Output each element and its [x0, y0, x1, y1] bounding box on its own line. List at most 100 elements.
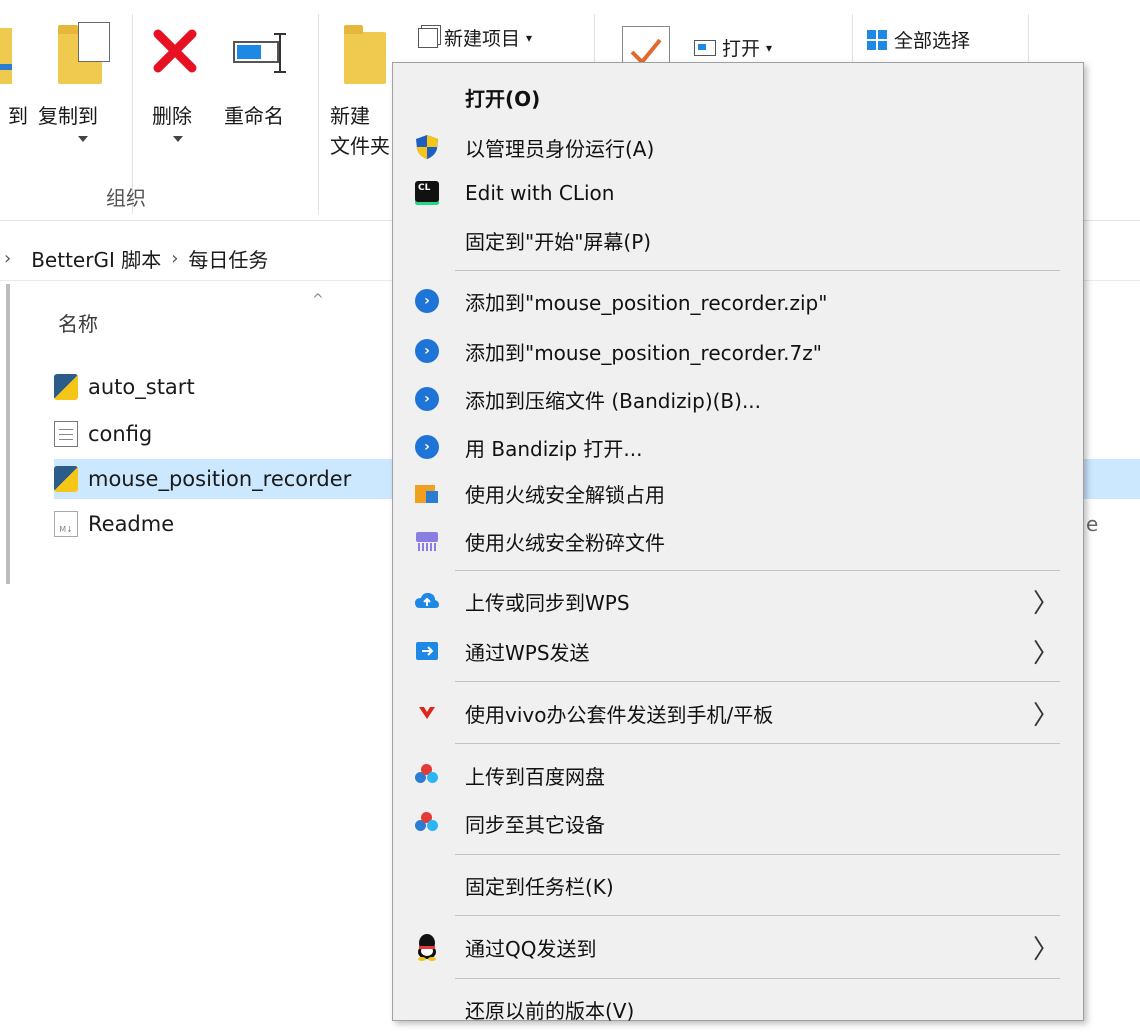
file-name: auto_start	[88, 375, 195, 399]
chevron-right-icon[interactable]: ›	[4, 248, 11, 269]
menu-item-label: 上传到百度网盘	[465, 764, 605, 789]
copy-doc-icon	[78, 22, 110, 62]
delete-icon[interactable]	[150, 26, 200, 76]
menu-item-label: 固定到任务栏(K)	[465, 874, 614, 899]
chevron-right-icon[interactable]: ›	[171, 248, 178, 269]
huorong-shred-icon	[413, 527, 441, 555]
menu-item-edit-with-clion[interactable]: CL Edit with CLion	[393, 169, 1083, 217]
menu-item-label: 以管理员身份运行(A)	[465, 136, 655, 161]
wps-send-icon	[413, 637, 441, 665]
menu-item-label: 通过QQ发送到	[465, 936, 597, 961]
select-all-icon	[866, 29, 888, 51]
column-header-name[interactable]: 名称	[58, 308, 98, 337]
rename-icon[interactable]	[232, 30, 294, 76]
menu-separator	[455, 270, 1060, 271]
context-menu: 打开(O) 以管理员身份运行(A) CL Edit with CLion 固定到…	[392, 62, 1084, 1023]
menu-item-label: 使用火绒安全解锁占用	[465, 482, 665, 507]
new-item-icon	[418, 27, 438, 48]
menu-item-label: 打开(O)	[465, 86, 541, 111]
submenu-arrow-icon: 〉	[1032, 588, 1059, 619]
menu-item-qq-send[interactable]: 通过QQ发送到 〉	[393, 923, 1083, 971]
file-type-truncated: e	[1086, 512, 1099, 536]
menu-item-open[interactable]: 打开(O)	[393, 73, 1083, 121]
new-folder-label-line1[interactable]: 新建	[330, 100, 370, 129]
open-label: 打开	[722, 38, 761, 60]
new-folder-label-line2[interactable]: 文件夹	[330, 130, 392, 159]
menu-item-label: Edit with CLion	[465, 181, 615, 205]
menu-separator	[455, 915, 1060, 916]
bandizip-icon: ›	[413, 337, 441, 365]
ribbon-group-organize: 组织	[106, 186, 146, 210]
baidu-netdisk-icon	[413, 809, 441, 837]
menu-separator	[455, 681, 1060, 682]
breadcrumb-item[interactable]: 每日任务	[188, 244, 268, 273]
file-name: config	[88, 422, 153, 446]
menu-item-label: 添加到"mouse_position_recorder.zip"	[465, 290, 828, 315]
copy-to-caret-icon[interactable]	[78, 136, 88, 142]
new-item-caret-icon: ▾	[526, 30, 533, 45]
menu-item-huorong-unlock[interactable]: 使用火绒安全解锁占用	[393, 469, 1083, 517]
huorong-unlock-icon	[413, 479, 441, 507]
markdown-file-icon: M↓	[54, 511, 78, 537]
sort-ascending-icon: ^	[312, 292, 324, 308]
delete-caret-icon[interactable]	[173, 136, 183, 142]
open-button[interactable]: 打开 ▾	[694, 34, 772, 61]
submenu-arrow-icon: 〉	[1032, 700, 1059, 731]
delete-button[interactable]: 删除	[152, 100, 192, 129]
bandizip-icon: ›	[413, 433, 441, 461]
qq-icon	[413, 933, 441, 961]
menu-item-label: 同步至其它设备	[465, 812, 605, 837]
bandizip-icon: ›	[413, 287, 441, 315]
menu-item-add-to-7z[interactable]: › 添加到"mouse_position_recorder.7z"	[393, 327, 1083, 375]
menu-item-add-to-zip[interactable]: › 添加到"mouse_position_recorder.zip"	[393, 277, 1083, 325]
menu-item-add-to-archive[interactable]: › 添加到压缩文件 (Bandizip)(B)...	[393, 375, 1083, 423]
menu-item-wps-sync[interactable]: 上传或同步到WPS 〉	[393, 577, 1083, 625]
breadcrumb[interactable]: › BetterGI 脚本 › 每日任务	[0, 238, 268, 278]
menu-item-label: 添加到"mouse_position_recorder.7z"	[465, 340, 822, 365]
open-icon	[694, 39, 716, 56]
clion-icon: CL	[413, 179, 441, 207]
file-name: Readme	[88, 512, 175, 536]
menu-item-label: 固定到"开始"屏幕(P)	[465, 229, 652, 254]
move-to-label[interactable]: 到	[8, 100, 28, 129]
select-all-label: 全部选择	[894, 30, 971, 52]
ribbon-separator	[318, 14, 319, 214]
menu-item-label: 添加到压缩文件 (Bandizip)(B)...	[465, 388, 762, 413]
breadcrumb-item[interactable]: BetterGI 脚本	[31, 244, 161, 273]
nav-pane-scrollbar[interactable]	[6, 284, 10, 584]
menu-item-restore-previous-versions[interactable]: 还原以前的版本(V)	[393, 985, 1083, 1033]
select-all-button[interactable]: 全部选择	[866, 26, 970, 53]
menu-item-vivo-send[interactable]: 使用vivo办公套件发送到手机/平板 〉	[393, 689, 1083, 737]
menu-separator	[455, 743, 1060, 744]
menu-item-wps-send[interactable]: 通过WPS发送 〉	[393, 627, 1083, 675]
menu-item-label: 还原以前的版本(V)	[465, 998, 635, 1023]
menu-item-label: 使用火绒安全粉碎文件	[465, 530, 665, 555]
new-item-label: 新建项目	[444, 28, 521, 50]
submenu-arrow-icon: 〉	[1032, 638, 1059, 669]
baidu-netdisk-icon	[413, 761, 441, 789]
bandizip-icon: ›	[413, 385, 441, 413]
menu-item-pin-to-start[interactable]: 固定到"开始"屏幕(P)	[393, 216, 1083, 264]
menu-item-open-with-bandizip[interactable]: › 用 Bandizip 打开...	[393, 423, 1083, 471]
new-item-button[interactable]: 新建项目 ▾	[418, 24, 532, 51]
open-caret-icon: ▾	[766, 40, 773, 55]
menu-item-pin-to-taskbar[interactable]: 固定到任务栏(K)	[393, 861, 1083, 909]
move-to-icon[interactable]	[0, 28, 12, 84]
rename-button[interactable]: 重命名	[224, 100, 284, 129]
menu-separator	[455, 570, 1060, 571]
menu-item-label: 使用vivo办公套件发送到手机/平板	[465, 702, 774, 727]
wps-cloud-icon	[413, 587, 441, 615]
menu-item-run-as-admin[interactable]: 以管理员身份运行(A)	[393, 123, 1083, 171]
new-folder-icon[interactable]	[344, 25, 386, 84]
menu-item-baidu-upload[interactable]: 上传到百度网盘	[393, 751, 1083, 799]
menu-item-huorong-shred[interactable]: 使用火绒安全粉碎文件	[393, 517, 1083, 565]
move-to-arrow-icon	[0, 64, 12, 70]
menu-separator	[455, 978, 1060, 979]
menu-item-label: 通过WPS发送	[465, 640, 590, 665]
menu-item-baidu-sync[interactable]: 同步至其它设备	[393, 799, 1083, 847]
file-name: mouse_position_recorder	[88, 467, 352, 491]
menu-item-label: 用 Bandizip 打开...	[465, 436, 643, 461]
copy-to-button[interactable]: 复制到	[38, 100, 98, 129]
python-file-icon	[54, 466, 78, 492]
submenu-arrow-icon: 〉	[1032, 934, 1059, 965]
